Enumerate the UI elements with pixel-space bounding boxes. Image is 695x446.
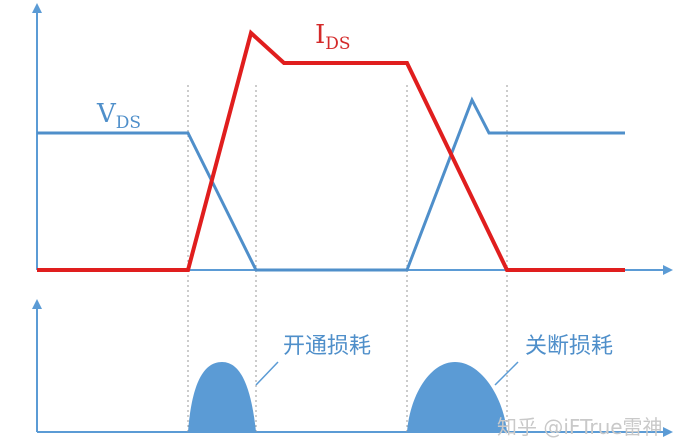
ids-label: IDS <box>315 20 351 54</box>
turn-on-loss-pointer <box>255 361 279 386</box>
ids-label-sub: DS <box>325 34 350 54</box>
turn-off-loss-label: 关断损耗 <box>525 334 613 359</box>
diagram-canvas: VDS IDS 开通损耗 关断损耗 知乎 @iFTrue雷神 <box>32 3 673 439</box>
ids-waveform <box>37 29 625 272</box>
turn-off-loss-area <box>407 362 507 432</box>
vds-label-main: V <box>96 99 117 129</box>
turn-on-loss-label: 开通损耗 <box>283 334 371 359</box>
turn-on-loss-area <box>188 362 256 432</box>
vds-label: VDS <box>96 99 141 133</box>
switching-loss-diagram: VDS IDS 开通损耗 关断损耗 知乎 @iFTrue雷神 <box>0 0 695 446</box>
vds-label-sub: DS <box>116 113 141 133</box>
ids-label-main: I <box>315 20 325 50</box>
watermark: 知乎 @iFTrue雷神 <box>497 415 663 439</box>
